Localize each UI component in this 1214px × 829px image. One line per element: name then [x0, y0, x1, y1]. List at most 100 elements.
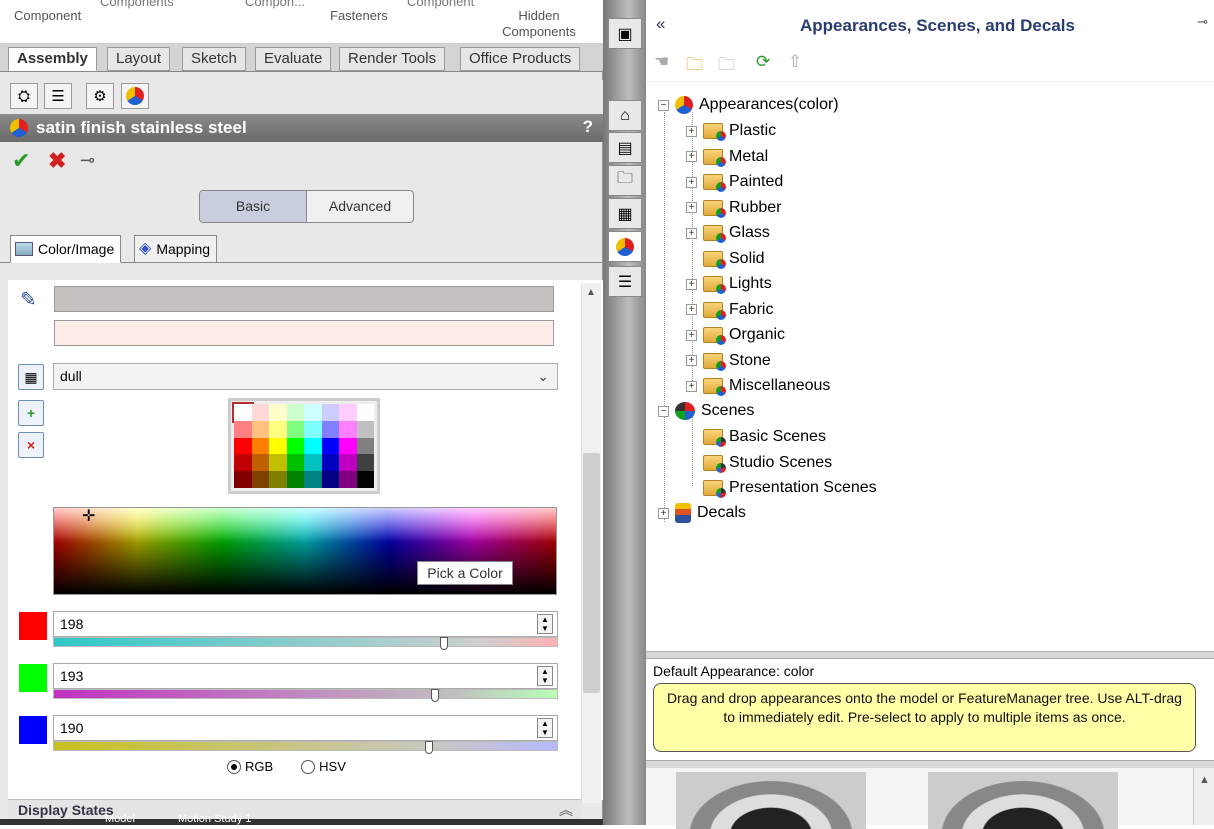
pane-splitter[interactable] — [646, 651, 1214, 659]
palette-swatch[interactable] — [269, 404, 287, 421]
expand-node-icon[interactable]: + — [686, 278, 697, 290]
file-explorer-icon[interactable]: 🗀 — [608, 165, 642, 196]
rgb-radio[interactable]: RGB — [227, 759, 273, 774]
palette-swatch[interactable] — [321, 471, 339, 488]
expand-node-icon[interactable]: + — [686, 380, 697, 392]
red-value-field[interactable]: 198 ▲ ▼ — [53, 611, 558, 637]
tree-node-presentation-scenes[interactable]: Presentation Scenes — [703, 477, 877, 499]
palette-swatch[interactable] — [269, 454, 287, 472]
ribbon-item-component[interactable]: Component — [14, 8, 81, 24]
tree-node-glass[interactable]: + Glass — [686, 222, 770, 244]
red-slider[interactable] — [53, 637, 558, 650]
folder-icon[interactable]: 🗀 — [718, 52, 735, 81]
palette-swatch[interactable] — [321, 454, 339, 472]
green-slider-thumb[interactable] — [430, 689, 439, 702]
tree-node-organic[interactable]: + Organic — [686, 324, 785, 346]
ribbon-item-fasteners[interactable]: Fasteners — [330, 8, 388, 24]
palette-swatch[interactable] — [304, 454, 322, 472]
green-slider[interactable] — [53, 689, 558, 702]
palette-swatch[interactable] — [321, 437, 339, 455]
collapse-node-icon[interactable]: − — [658, 99, 669, 111]
tab-color-image[interactable]: Color/Image — [10, 235, 122, 263]
scroll-up-icon[interactable]: ▲ — [586, 287, 596, 298]
expand-node-icon[interactable]: + — [686, 202, 697, 213]
palette-swatch[interactable] — [356, 404, 374, 421]
display-states-bar[interactable]: Display States ︽ — [8, 799, 581, 819]
swatch-list-dropdown[interactable]: dull ⌄ — [53, 363, 558, 390]
tab-assembly[interactable]: Assembly — [8, 47, 97, 71]
color-palette[interactable] — [228, 398, 380, 494]
tree-node-miscellaneous[interactable]: + Miscellaneous — [686, 375, 830, 397]
palette-swatch[interactable] — [304, 420, 322, 438]
palette-swatch[interactable] — [304, 404, 322, 421]
blue-slider-thumb[interactable] — [424, 741, 433, 754]
green-value-field[interactable]: 193 ▲ ▼ — [53, 663, 558, 689]
expand-node-icon[interactable]: + — [686, 227, 697, 239]
tab-render-tools[interactable]: Render Tools — [339, 47, 446, 71]
palette-swatch[interactable] — [286, 404, 304, 421]
palette-swatch[interactable] — [356, 471, 374, 488]
palette-swatch[interactable] — [339, 437, 357, 455]
ribbon-item-compon[interactable]: Compon... — [245, 0, 305, 10]
palette-swatch[interactable] — [356, 454, 374, 472]
palette-swatch[interactable] — [232, 402, 254, 423]
blue-spinner[interactable]: ▲ ▼ — [537, 718, 553, 738]
add-swatch-icon[interactable]: + — [18, 400, 44, 426]
tree-node-appearances[interactable]: − Appearances(color) — [658, 94, 839, 116]
thumbnail[interactable] — [928, 772, 1118, 829]
feature-manager-icon[interactable]: ⛭ — [10, 83, 38, 109]
view-palette-icon[interactable]: ▦ — [608, 198, 642, 229]
palette-swatch[interactable] — [339, 420, 357, 438]
eyedropper-icon[interactable]: ✎ — [20, 287, 37, 312]
tree-node-metal[interactable]: + Metal — [686, 146, 768, 168]
palette-swatch[interactable] — [356, 420, 374, 438]
tab-motion-study[interactable]: Motion Study 1 — [178, 813, 251, 825]
cancel-x-icon[interactable]: ✖ — [48, 148, 66, 174]
tab-layout[interactable]: Layout — [107, 47, 171, 71]
pin-icon[interactable]: ⊸ — [80, 150, 95, 171]
appearances-icon[interactable] — [608, 231, 642, 262]
palette-swatch[interactable] — [339, 404, 357, 421]
palette-swatch[interactable] — [304, 437, 322, 455]
collapse-node-icon[interactable]: − — [658, 405, 669, 417]
tree-node-stone[interactable]: + Stone — [686, 350, 771, 372]
palette-swatch[interactable] — [234, 471, 252, 488]
scroll-thumb[interactable] — [583, 453, 600, 693]
red-slider-thumb[interactable] — [440, 637, 449, 650]
home-icon[interactable]: ⌂ — [608, 100, 642, 131]
pane-splitter-2[interactable] — [646, 760, 1214, 768]
expand-node-icon[interactable]: + — [686, 151, 697, 162]
palette-swatch[interactable] — [321, 420, 339, 438]
palette-swatch[interactable] — [286, 471, 304, 488]
hsv-radio[interactable]: HSV — [301, 759, 346, 774]
palette-swatch[interactable] — [269, 437, 287, 455]
ok-check-icon[interactable]: ✔ — [12, 148, 30, 174]
palette-swatch[interactable] — [286, 454, 304, 472]
up-icon[interactable]: ⇧ — [788, 52, 802, 72]
palette-swatch[interactable] — [234, 437, 252, 455]
remove-swatch-icon[interactable]: × — [18, 432, 44, 458]
configuration-manager-icon[interactable]: ⚙ — [86, 83, 114, 109]
tab-evaluate[interactable]: Evaluate — [255, 47, 332, 71]
palette-swatch[interactable] — [251, 454, 269, 472]
tree-node-basic-scenes[interactable]: Basic Scenes — [703, 426, 826, 448]
expand-node-icon[interactable]: + — [658, 507, 669, 519]
expand-node-icon[interactable]: + — [686, 125, 697, 137]
scroll-up-icon[interactable]: ▲ — [1199, 774, 1210, 786]
collapse-icon[interactable]: ︽ — [559, 800, 573, 820]
vertical-scrollbar[interactable]: ▲ — [581, 283, 601, 803]
green-spinner[interactable]: ▲ ▼ — [537, 666, 553, 686]
palette-swatch[interactable] — [251, 420, 269, 438]
expand-node-icon[interactable]: + — [686, 355, 697, 366]
add-folder-icon[interactable]: 🗀 — [686, 52, 703, 81]
custom-properties-icon[interactable]: ☰ — [608, 266, 642, 297]
palette-swatch[interactable] — [356, 437, 374, 455]
task-pane-icon[interactable]: ▣ — [608, 18, 642, 49]
tab-office-products[interactable]: Office Products — [460, 47, 581, 71]
palette-swatch[interactable] — [234, 454, 252, 472]
tree-node-fabric[interactable]: + Fabric — [686, 299, 773, 321]
property-manager-icon[interactable]: ☰ — [44, 83, 72, 109]
palette-swatch[interactable] — [269, 420, 287, 438]
ribbon-item-components[interactable]: Components — [100, 0, 174, 10]
expand-node-icon[interactable]: + — [686, 176, 697, 188]
